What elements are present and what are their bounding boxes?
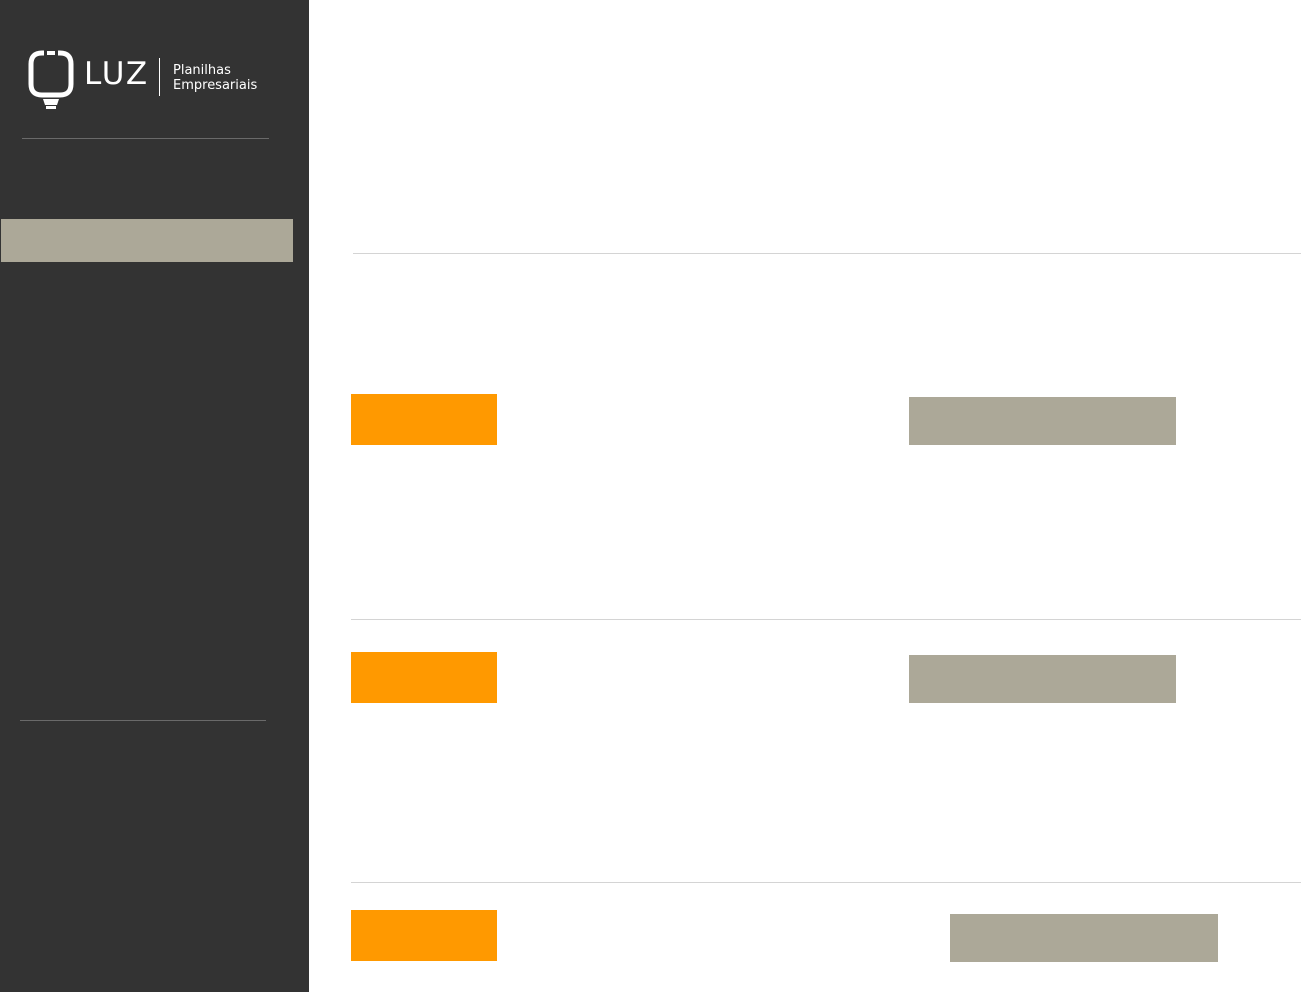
secondary-button-section-1[interactable] [909,397,1176,445]
brand-wordmark: LUZ [84,56,150,92]
sidebar-divider-bottom [20,720,266,721]
secondary-button-section-2[interactable] [909,655,1176,703]
section-divider [353,253,1301,254]
sidebar: LUZ Planilhas Empresariais [0,0,309,992]
brand-tagline: Planilhas Empresariais [173,63,257,93]
sidebar-divider-top [22,138,269,139]
primary-button-section-3[interactable] [351,910,497,961]
secondary-button-section-3[interactable] [950,914,1218,962]
section-divider [351,619,1301,620]
brand-divider [159,58,160,96]
brand-tagline-line2: Empresariais [173,78,258,93]
brand-logo[interactable]: LUZ Planilhas Empresariais [28,50,268,112]
lightbulb-icon [28,50,74,109]
primary-button-section-2[interactable] [351,652,497,703]
brand-tagline-line1: Planilhas [173,63,231,78]
section-divider [351,882,1301,883]
primary-button-section-1[interactable] [351,394,497,445]
sidebar-item-active[interactable] [1,219,293,262]
page: LUZ Planilhas Empresariais [0,0,1301,992]
